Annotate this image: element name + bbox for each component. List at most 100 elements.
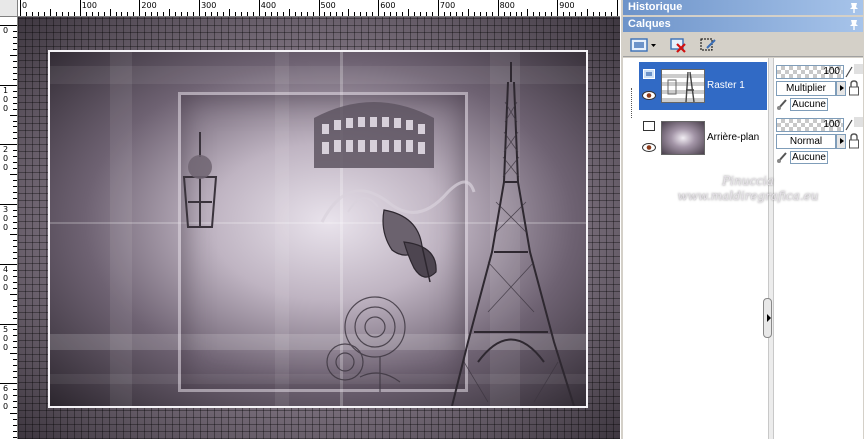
ruler-tick: [13, 430, 17, 432]
ruler-tick: [13, 287, 17, 289]
opacity-spinner-icon[interactable]: [845, 65, 853, 79]
ruler-tick: [13, 30, 17, 32]
ruler-tick: [10, 54, 17, 56]
layer-row-arriere-plan[interactable]: Arrière-plan: [639, 114, 767, 162]
ruler-tick: [431, 12, 433, 16]
ruler-tick: [193, 12, 195, 16]
ruler-tick: [31, 12, 33, 16]
ruler-tick: [599, 12, 601, 16]
ruler-label: 0: [2, 223, 9, 233]
ruler-tick: [13, 401, 17, 403]
layers-palette-titlebar[interactable]: Calques: [623, 17, 863, 32]
scroll-stub: [854, 64, 863, 74]
ruler-tick: [205, 12, 207, 16]
ruler-label: 6: [2, 384, 9, 394]
ruler-tick: [13, 436, 17, 438]
brush-icon[interactable]: [776, 97, 790, 111]
scroll-stub: [854, 117, 863, 127]
ruler-tick: [473, 12, 475, 16]
canvas-image[interactable]: [48, 50, 588, 408]
ruler-tick: [13, 60, 17, 62]
ruler-tick: [13, 168, 17, 170]
lock-icon[interactable]: [848, 133, 860, 149]
ruler-tick: [10, 413, 17, 415]
pin-icon[interactable]: [849, 2, 859, 13]
ruler-label: 600: [380, 1, 396, 10]
ruler-tick: [234, 12, 236, 16]
layer-thumbnail-raster-1: [661, 69, 705, 103]
layer-properties-icon[interactable]: [699, 36, 717, 54]
ruler-label: 1: [2, 85, 9, 95]
eye-icon[interactable]: [642, 143, 656, 152]
ruler-tick: [228, 9, 230, 16]
lock-icon[interactable]: [848, 80, 860, 96]
new-layer-icon[interactable]: [629, 36, 657, 54]
image-workspace[interactable]: 0 100 200 300 400 500 600 700 800 900 01002003004…: [0, 0, 620, 439]
ruler-tick: [13, 48, 17, 50]
ruler-tick: [13, 90, 17, 92]
watermark: Pinuccia www.maldiregrafica.eu: [648, 174, 848, 204]
ruler-tick: [115, 12, 117, 16]
collapse-button[interactable]: [763, 298, 772, 338]
ruler-tick: [503, 12, 505, 16]
pin-icon[interactable]: [849, 19, 859, 30]
ruler-tick: [246, 12, 248, 16]
mask-field[interactable]: Aucune: [790, 151, 828, 164]
canvas-area[interactable]: [18, 17, 620, 439]
layer-properties: 100 Multiplier Aucune 100 Normal Aucune: [774, 58, 863, 439]
ruler-tick: [515, 12, 517, 16]
ruler-tick: [521, 12, 523, 16]
ruler-tick: [13, 341, 17, 343]
ruler-tick: [79, 0, 81, 16]
ruler-tick: [605, 12, 607, 16]
brush-icon[interactable]: [776, 150, 790, 164]
ruler-tick: [13, 216, 17, 218]
ruler-label: 0: [2, 154, 9, 164]
layer-row-raster-1[interactable]: Raster 1: [639, 62, 767, 110]
horizontal-ruler: 0 100 200 300 400 500 600 700 800 900: [18, 0, 620, 17]
blend-mode-arrow-icon[interactable]: [836, 134, 846, 149]
ruler-tick: [396, 12, 398, 16]
ruler-tick: [13, 222, 17, 223]
ruler-tick: [13, 365, 17, 367]
ruler-tick: [211, 12, 213, 16]
eiffel-tower-illustration: [451, 62, 575, 406]
ruler-label: 4: [2, 264, 9, 274]
ruler-tick: [13, 281, 17, 283]
opacity-field[interactable]: 100: [776, 118, 844, 132]
ruler-tick: [467, 9, 469, 16]
mask-field[interactable]: Aucune: [790, 98, 828, 111]
delete-layer-icon[interactable]: [669, 36, 687, 54]
ruler-tick: [443, 12, 445, 16]
blend-mode-select[interactable]: Multiplier: [776, 81, 836, 96]
opacity-field[interactable]: 100: [776, 65, 844, 79]
ruler-label: 500: [320, 1, 336, 10]
ruler-tick: [217, 12, 218, 16]
opacity-spinner-icon[interactable]: [845, 118, 853, 132]
ruler-tick: [306, 12, 308, 16]
ruler-tick: [13, 239, 17, 241]
history-palette-titlebar[interactable]: Historique: [623, 0, 863, 15]
ruler-label: 3: [2, 205, 9, 215]
ruler-tick: [13, 78, 17, 80]
ruler-tick: [13, 305, 17, 307]
ruler-label: 0: [2, 26, 9, 35]
ruler-tick: [13, 198, 17, 200]
blend-mode-select[interactable]: Normal: [776, 134, 836, 149]
ruler-tick: [497, 0, 499, 16]
ruler-tick: [103, 12, 105, 16]
ruler-tick: [611, 12, 613, 16]
ruler-tick: [282, 12, 284, 16]
ruler-tick: [13, 36, 17, 38]
layer-thumbnail-arriere-plan: [661, 121, 705, 155]
eye-icon[interactable]: [642, 91, 656, 100]
ruler-tick: [91, 12, 93, 16]
ruler-tick: [419, 12, 421, 16]
watermark-url: www.maldiregrafica.eu: [677, 189, 819, 203]
ruler-label: 0: [2, 94, 9, 104]
ruler-tick: [163, 12, 165, 16]
blend-mode-arrow-icon[interactable]: [836, 81, 846, 96]
ruler-tick: [13, 419, 17, 421]
vertical-ruler: 0100200300400500600: [0, 17, 18, 439]
ruler-tick: [617, 0, 618, 16]
